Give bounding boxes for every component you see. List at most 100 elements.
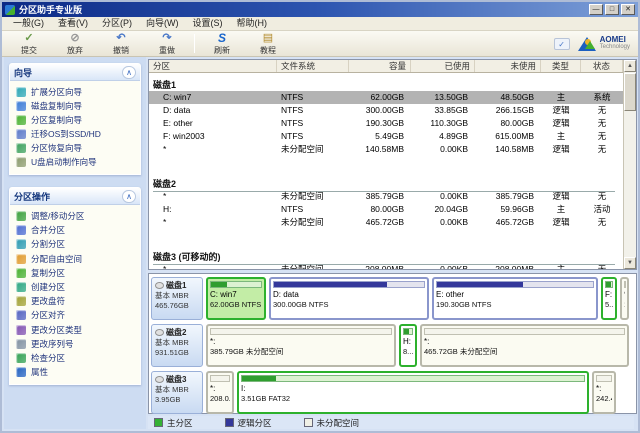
migrate-os-wizard-icon <box>16 129 26 139</box>
sidebar-item-2-5[interactable]: 复制分区 <box>16 266 138 280</box>
column-header-7[interactable]: 状态 <box>581 60 623 72</box>
sidebar-item-2-4[interactable]: 分配自由空间 <box>16 252 138 266</box>
table-row[interactable]: C: win7NTFS62.00GB13.50GB48.50GB主系统 <box>149 91 623 104</box>
partition-block[interactable]: *:208.0... <box>206 371 234 414</box>
partition-block[interactable]: *:1... <box>620 277 629 320</box>
scroll-down-button[interactable]: ▼ <box>624 257 636 269</box>
partition-block[interactable]: *:385.79GB 未分配空间 <box>206 324 396 367</box>
table-cell: 48.50GB <box>475 91 541 104</box>
partition-block-size: 5... <box>605 300 613 310</box>
sidebar-item-label: 合并分区 <box>31 224 65 236</box>
sidebar-item-2-11[interactable]: 检查分区 <box>16 351 138 365</box>
disk-label-line1: 磁盘1 <box>155 280 199 291</box>
table-row[interactable]: H:NTFS80.00GB20.04GB59.96GB主活动 <box>149 203 623 216</box>
table-cell: 59.96GB <box>475 203 541 216</box>
table-scrollbar[interactable]: ▲ ▼ <box>623 60 636 269</box>
sidebar-item-1-2[interactable]: 磁盘复制向导 <box>16 99 138 113</box>
table-row[interactable]: E: otherNTFS190.30GB110.30GB80.00GB逻辑无 <box>149 117 623 130</box>
maximize-button[interactable]: □ <box>605 4 619 15</box>
table-cell: 110.30GB <box>411 117 475 130</box>
partition-block[interactable]: E: other190.30GB NTFS <box>432 277 598 320</box>
menu-item-1[interactable]: 一般(G) <box>6 17 51 30</box>
column-header-5[interactable]: 未使用 <box>475 60 541 72</box>
table-row[interactable]: *未分配空间465.72GB0.00KB465.72GB逻辑无 <box>149 216 623 229</box>
used-space-fill <box>211 282 227 287</box>
disk-icon <box>155 329 164 336</box>
sidebar-item-2-12[interactable]: 属性 <box>16 365 138 379</box>
scroll-up-button[interactable]: ▲ <box>624 60 636 72</box>
disk-name: 磁盘2 <box>166 327 186 338</box>
table-row[interactable]: *未分配空间208.00MB0.00KB208.00MB主无 <box>149 263 623 269</box>
panel-collapse-button[interactable]: ∧ <box>122 66 136 79</box>
disk-strip-row: 磁盘1基本 MBR465.76GBC: win762.00GB NTFSD: d… <box>151 277 634 320</box>
change-serial-number-icon <box>16 339 26 349</box>
toolbar-button-label: 重做 <box>159 45 175 56</box>
partition-block[interactable]: *:242.46... <box>592 371 616 414</box>
table-row[interactable]: *未分配空间385.79GB0.00KB385.79GB逻辑无 <box>149 190 623 203</box>
sidebar-item-2-2[interactable]: 合并分区 <box>16 223 138 237</box>
partition-block[interactable]: F:5... <box>601 277 617 320</box>
partition-block[interactable]: D: data300.00GB NTFS <box>269 277 429 320</box>
sidebar-item-2-9[interactable]: 更改分区类型 <box>16 323 138 337</box>
sidebar-item-2-1[interactable]: 调整/移动分区 <box>16 209 138 223</box>
column-header-1[interactable]: 分区 <box>149 60 277 72</box>
table-cell: 62.00GB <box>349 91 411 104</box>
partition-block-label: C: win7 <box>210 290 262 300</box>
menu-item-4[interactable]: 向导(W) <box>139 17 186 30</box>
commit-button[interactable]: ✓提交 <box>6 31 52 56</box>
partition-block[interactable]: H:8... <box>399 324 417 367</box>
table-cell: 140.58MB <box>475 143 541 156</box>
legend-item-unallocated: 未分配空间 <box>304 417 360 429</box>
undo-button[interactable]: ↶撤销 <box>98 31 144 56</box>
menu-item-6[interactable]: 帮助(H) <box>230 17 275 30</box>
table-row[interactable]: F: win2003NTFS5.49GB4.89GB615.00MB主无 <box>149 130 623 143</box>
column-header-3[interactable]: 容量 <box>349 60 411 72</box>
split-partition-icon <box>16 239 26 249</box>
sidebar-item-1-3[interactable]: 分区复制向导 <box>16 113 138 127</box>
partition-block-label: E: other <box>436 290 594 300</box>
redo-button[interactable]: ↷重做 <box>144 31 190 56</box>
minimize-button[interactable]: — <box>589 4 603 15</box>
tutorial-button[interactable]: ▤教程 <box>245 31 291 56</box>
disk-label-box[interactable]: 磁盘2基本 MBR931.51GB <box>151 324 203 367</box>
sidebar-item-2-3[interactable]: 分割分区 <box>16 237 138 251</box>
sidebar-item-2-6[interactable]: 创建分区 <box>16 280 138 294</box>
sidebar-item-1-4[interactable]: 迁移OS到SSD/HD <box>16 127 138 141</box>
sidebar-item-1-6[interactable]: U盘启动制作向导 <box>16 155 138 169</box>
used-space-strip <box>403 328 413 335</box>
table-row[interactable]: *未分配空间140.58MB0.00KB140.58MB逻辑无 <box>149 143 623 156</box>
used-space-strip <box>624 281 626 288</box>
table-header: 分区文件系统容量已使用未使用类型状态 <box>149 60 636 73</box>
scroll-thumb[interactable] <box>624 73 636 111</box>
used-space-strip <box>210 328 392 335</box>
discard-button[interactable]: ⊘放弃 <box>52 31 98 56</box>
refresh-button[interactable]: S刷新 <box>199 31 245 56</box>
sidebar-item-2-8[interactable]: 分区对齐 <box>16 308 138 322</box>
menu-item-3[interactable]: 分区(P) <box>95 17 139 30</box>
close-button[interactable]: ✕ <box>621 4 635 15</box>
sidebar-item-1-5[interactable]: 分区恢复向导 <box>16 141 138 155</box>
column-header-2[interactable]: 文件系统 <box>277 60 349 72</box>
partition-block[interactable]: C: win762.00GB NTFS <box>206 277 266 320</box>
table-cell: 逻辑 <box>541 190 581 203</box>
table-row[interactable]: D: dataNTFS300.00GB33.85GB266.15GB逻辑无 <box>149 104 623 117</box>
sidebar-item-2-10[interactable]: 更改序列号 <box>16 337 138 351</box>
panel-header: 分区操作∧ <box>10 188 140 205</box>
menu-item-5[interactable]: 设置(S) <box>186 17 230 30</box>
partition-block[interactable]: *:465.72GB 未分配空间 <box>420 324 629 367</box>
disk-label-box[interactable]: 磁盘3基本 MBR3.95GB <box>151 371 203 414</box>
table-cell: 208.00MB <box>349 263 411 269</box>
partition-block-label: *: <box>624 290 625 300</box>
menu-item-2[interactable]: 查看(V) <box>51 17 95 30</box>
table-cell: 无 <box>581 263 623 269</box>
sidebar-panel-2: 分区操作∧ 调整/移动分区合并分区分割分区分配自由空间复制分区创建分区更改盘符分区… <box>9 187 141 385</box>
column-header-4[interactable]: 已使用 <box>411 60 475 72</box>
check-badge-icon[interactable]: ✓ <box>554 38 570 50</box>
column-header-6[interactable]: 类型 <box>541 60 581 72</box>
sidebar-item-1-1[interactable]: 扩展分区向导 <box>16 85 138 99</box>
sidebar-item-2-7[interactable]: 更改盘符 <box>16 294 138 308</box>
panel-collapse-button[interactable]: ∧ <box>122 190 136 203</box>
table-cell: 逻辑 <box>541 117 581 130</box>
partition-block[interactable]: I:3.51GB FAT32 <box>237 371 589 414</box>
disk-label-box[interactable]: 磁盘1基本 MBR465.76GB <box>151 277 203 320</box>
